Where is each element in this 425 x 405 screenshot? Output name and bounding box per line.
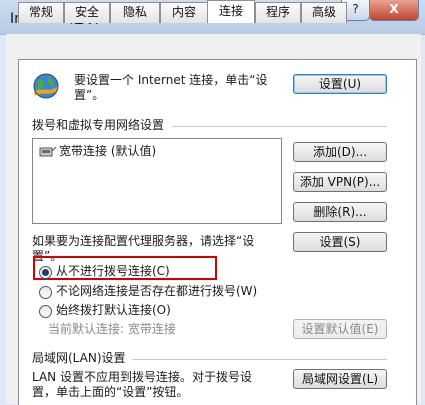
list-item[interactable]: 宽带连接 (默认值) xyxy=(37,143,277,159)
lan-settings-button[interactable]: 局域网设置(L) xyxy=(293,369,387,389)
tab-security[interactable]: 安全 xyxy=(64,2,110,23)
close-button[interactable]: X xyxy=(369,0,419,21)
proxy-description-line1: 如果要为连接配置代理服务器，请选择“设 xyxy=(32,234,255,248)
section-divider xyxy=(172,126,387,127)
radio-always-dial-default-label[interactable]: 始终拨打默认连接(O) xyxy=(56,303,171,318)
tab-programs[interactable]: 程序 xyxy=(255,2,301,23)
radio-dial-when-no-network-label[interactable]: 不论网络连接是否存在都进行拨号(W) xyxy=(56,284,257,299)
tab-connections[interactable]: 连接 xyxy=(207,0,255,23)
dialup-connections-list[interactable]: 宽带连接 (默认值) xyxy=(32,138,282,224)
set-default-button[interactable]: 设置默认值(E) xyxy=(293,319,387,339)
add-connection-button[interactable]: 添加(D)... xyxy=(293,142,387,162)
section-divider xyxy=(132,359,387,360)
tab-content[interactable]: 内容 xyxy=(160,2,208,23)
add-vpn-button[interactable]: 添加 VPN(P)... xyxy=(293,172,387,192)
proxy-settings-button[interactable]: 设置(S) xyxy=(293,232,387,252)
lan-description-line2: 置，单击上面的“设置”按钮。 xyxy=(32,385,189,399)
internet-globe-icon xyxy=(33,73,59,99)
setup-button[interactable]: 设置(U) xyxy=(293,74,387,94)
radio-dial-when-no-network[interactable] xyxy=(39,286,52,299)
tab-privacy[interactable]: 隐私 xyxy=(110,2,160,23)
lan-description-line1: LAN 设置不应用到拨号连接。对于拨号设 xyxy=(32,370,252,384)
broadband-connection-icon xyxy=(39,146,57,157)
tab-general[interactable]: 常规 xyxy=(18,2,64,23)
remove-connection-button[interactable]: 删除(R)... xyxy=(293,202,387,222)
tab-advanced[interactable]: 高级 xyxy=(301,2,347,23)
current-default-connection: 当前默认连接: 宽带连接 xyxy=(48,322,176,336)
lan-section-label: 局域网(LAN)设置 xyxy=(32,351,126,365)
setup-description-line1: 要设置一个 Internet 连接，单击“设 xyxy=(74,73,268,87)
setup-description-line2: 置”。 xyxy=(74,88,105,102)
connection-name: 宽带连接 (默认值) xyxy=(59,144,157,158)
dialup-section-label: 拨号和虚拟专用网络设置 xyxy=(32,118,165,132)
radio-always-dial-default[interactable] xyxy=(39,305,52,318)
radio-never-dial-label[interactable]: 从不进行拨号连接(C) xyxy=(56,264,170,279)
radio-never-dial[interactable] xyxy=(39,266,52,279)
